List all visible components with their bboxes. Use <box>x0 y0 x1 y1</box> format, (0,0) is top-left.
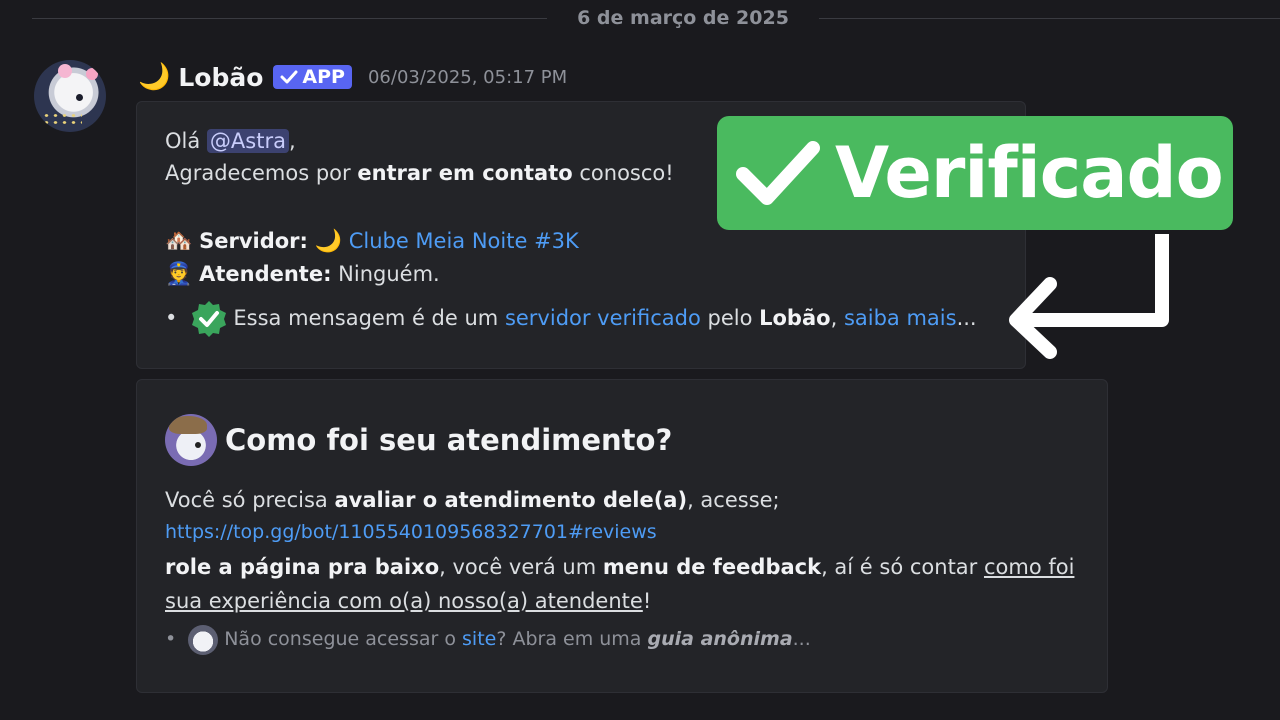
footer-mid: ? Abra em uma <box>496 628 648 650</box>
moon-emoji: 🌙 <box>314 229 343 254</box>
author-name[interactable]: Lobão <box>178 63 263 92</box>
message-header: 🌙 Lobão APP 06/03/2025, 05:17 PM <box>138 60 567 94</box>
checkmark-icon <box>280 70 298 84</box>
police-officer-emoji: 👮 <box>165 262 193 287</box>
feedback-url-line: https://top.gg/bot/1105540109568327701#r… <box>165 517 657 547</box>
arrow-icon <box>1009 234 1169 359</box>
app-badge: APP <box>273 65 352 89</box>
greeting-comma: , <box>288 129 296 153</box>
greeting-line: Olá @Astra, <box>165 126 296 156</box>
attendant-value: Ninguém. <box>338 262 440 286</box>
verified-callout: Verificado <box>717 116 1233 230</box>
bot-mascot-icon <box>165 414 217 466</box>
learn-more-link[interactable]: saiba mais <box>844 306 957 330</box>
feedback-title: Como foi seu atendimento? <box>165 414 673 466</box>
note-mid: pelo <box>700 306 760 330</box>
site-link[interactable]: site <box>462 628 496 650</box>
verified-badge-icon <box>192 301 227 337</box>
date-divider-label: 6 de março de 2025 <box>547 8 819 28</box>
thanks-line: Agradecemos por entrar em contato conosc… <box>165 158 674 188</box>
date-divider: 6 de março de 2025 <box>32 8 1280 28</box>
verified-server-link[interactable]: servidor verificado <box>505 306 701 330</box>
footer-bold: guia anônima <box>647 628 793 650</box>
line3-bold2: menu de feedback <box>602 555 822 579</box>
app-badge-label: APP <box>302 66 345 88</box>
avatar[interactable] <box>34 60 106 132</box>
feedback-title-text: Como foi seu atendimento? <box>225 423 673 457</box>
feedback-line4: sua experiência com o(a) nosso(a) atende… <box>165 586 651 616</box>
footer-pre: Não consegue acessar o <box>224 628 463 650</box>
server-link[interactable]: Clube Meia Noite #3K <box>349 229 579 253</box>
note-bold: Lobão <box>759 306 831 330</box>
line3-bold1: role a página pra baixo <box>165 555 440 579</box>
footer-end: ... <box>792 628 811 650</box>
verified-note-line: • Essa mensagem é de um servidor verific… <box>165 298 977 339</box>
line3-mid: , você verá um <box>439 555 603 579</box>
server-line: 🏘️ Servidor: 🌙 Clube Meia Noite #3K <box>165 226 579 257</box>
thanks-bold: entrar em contato <box>357 161 573 185</box>
thanks-pre: Agradecemos por <box>165 161 358 185</box>
note-end: ... <box>956 306 977 330</box>
line3-underlined: como foi <box>983 555 1075 579</box>
line1-pre: Você só precisa <box>165 488 335 512</box>
house-emoji: 🏘️ <box>165 229 193 254</box>
message-timestamp: 06/03/2025, 05:17 PM <box>367 66 568 88</box>
attendant-label: Atendente: <box>199 262 332 286</box>
mascot-face-icon <box>188 624 219 655</box>
server-label: Servidor: <box>199 229 308 253</box>
line3-post: , aí é só contar <box>821 555 984 579</box>
feedback-footer: • Não consegue acessar o site? Abra em um… <box>165 624 811 655</box>
attendant-line: 👮 Atendente: Ninguém. <box>165 259 440 290</box>
thanks-post: conosco! <box>572 161 674 185</box>
checkmark-icon <box>736 141 820 205</box>
footer-bullet: • <box>165 628 177 650</box>
feedback-line3: role a página pra baixo, você verá um me… <box>165 552 1074 582</box>
note-pre: Essa mensagem é de um <box>233 306 505 330</box>
chat-view: 6 de março de 2025 🌙 Lobão APP 06/03/202… <box>0 0 1280 720</box>
greeting-text: Olá <box>165 129 201 153</box>
line1-post: , acesse; <box>687 488 780 512</box>
note-comma: , <box>830 306 838 330</box>
feedback-embed: Como foi seu atendimento? Você só precis… <box>136 379 1108 693</box>
line4-underlined: sua experiência com o(a) nosso(a) atende… <box>165 589 643 613</box>
line1-bold: avaliar o atendimento dele(a) <box>334 488 688 512</box>
line4-end: ! <box>642 589 652 613</box>
verified-callout-label: Verificado <box>835 132 1224 214</box>
bullet: • <box>165 306 178 330</box>
reviews-url-link[interactable]: https://top.gg/bot/1105540109568327701#r… <box>165 521 657 543</box>
feedback-line1: Você só precisa avaliar o atendimento de… <box>165 485 780 515</box>
moon-emoji: 🌙 <box>138 62 171 92</box>
user-mention[interactable]: @Astra <box>206 129 289 153</box>
